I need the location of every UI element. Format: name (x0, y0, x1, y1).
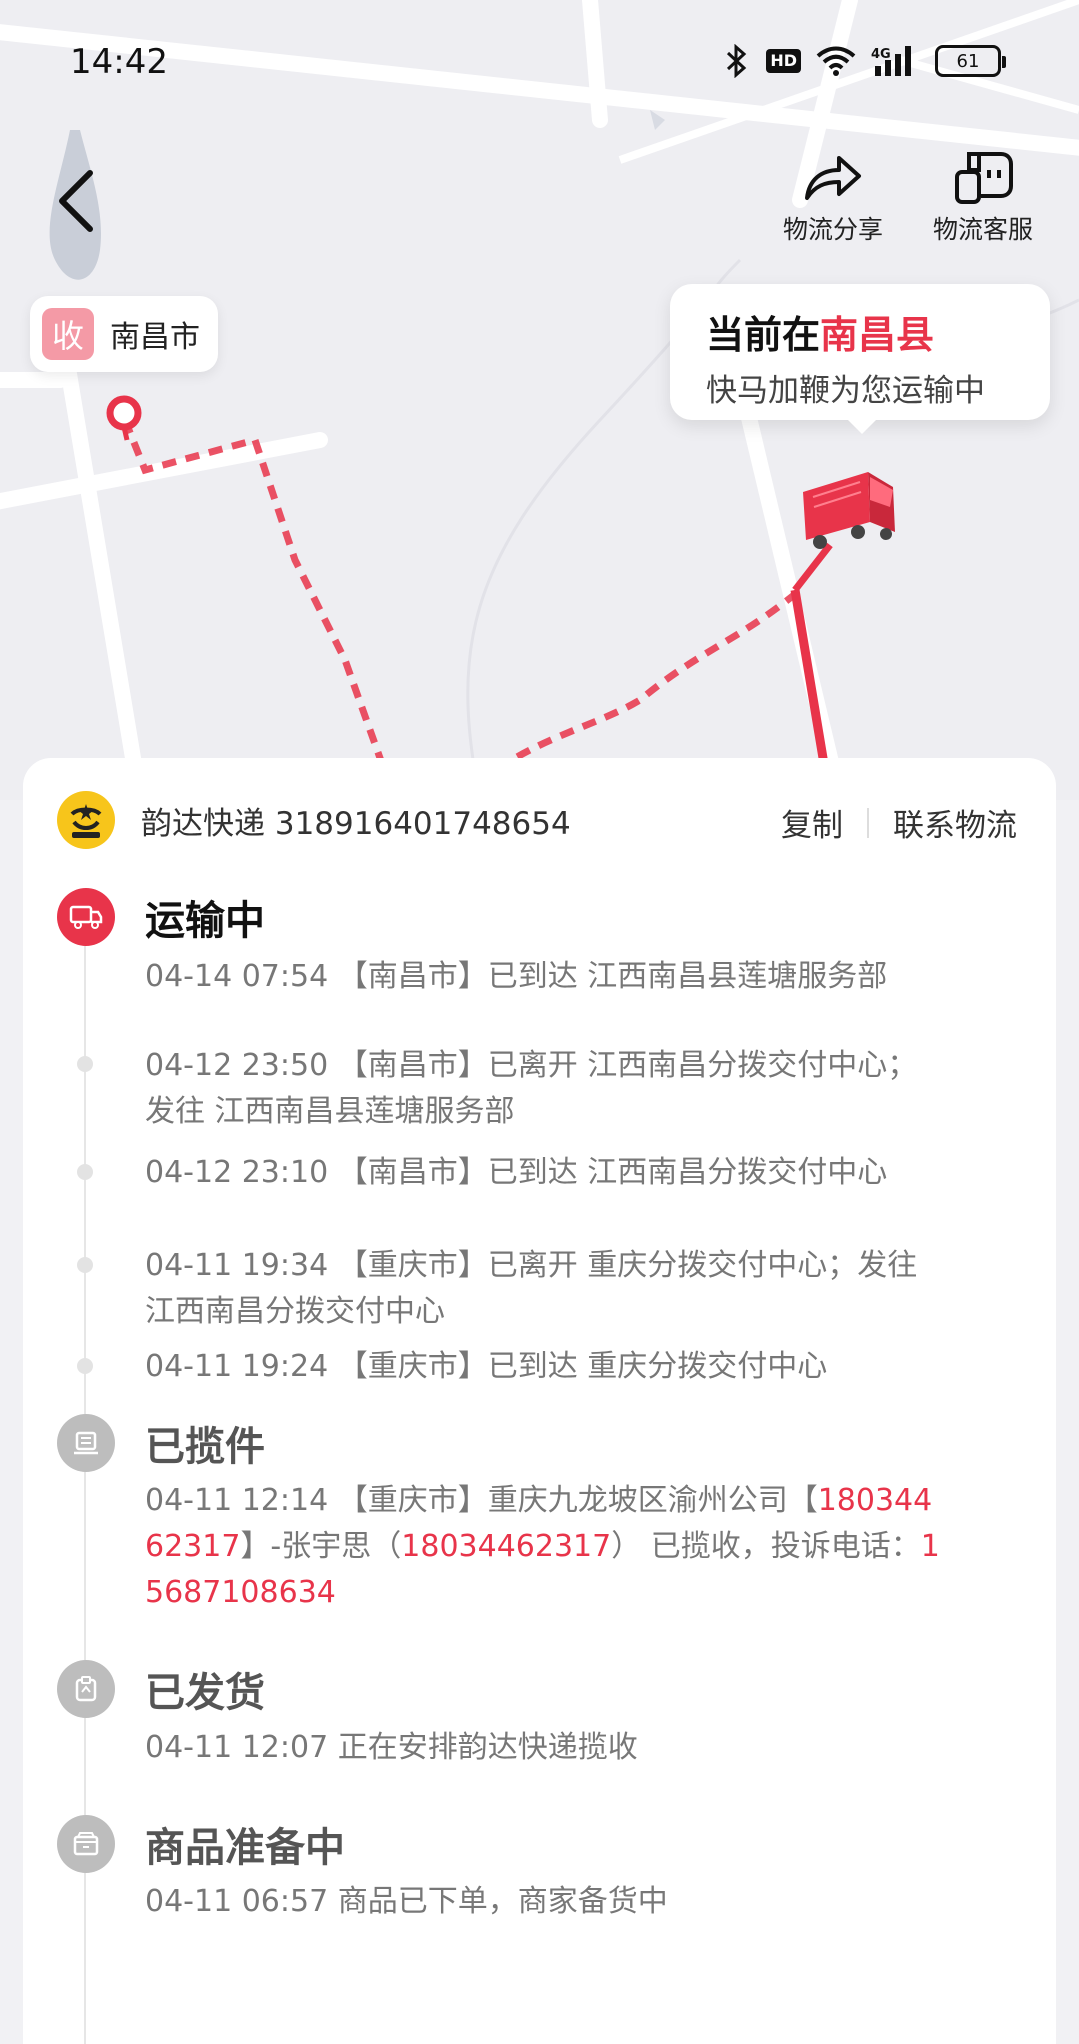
entry-text: ） 已揽收，投诉电话： (611, 1529, 921, 1564)
timeline-entry: 04-11 12:07 正在安排韵达快递揽收 (145, 1730, 638, 1765)
phone-link[interactable]: 180344 (818, 1483, 933, 1518)
timeline-line (84, 906, 86, 2044)
entry-line: 04-11 12:14 【重庆市】重庆九龙坡区渝州公司【180344 (145, 1478, 1045, 1524)
entry-line: 04-12 23:50 【南昌市】已离开 江西南昌分拨交付中心； (145, 1048, 918, 1083)
customer-service-icon (955, 152, 1013, 204)
timeline-dot (77, 1257, 93, 1273)
truck-icon (803, 472, 895, 549)
network-type: 4G (871, 47, 891, 62)
truck-status-icon (57, 888, 115, 946)
entry-line: 04-11 19:34 【重庆市】已离开 重庆分拨交付中心；发往 (145, 1248, 918, 1283)
entry-text: 】-张宇思（ (240, 1529, 402, 1564)
timeline-dot (77, 1056, 93, 1072)
copy-button[interactable]: 复制 (781, 800, 843, 845)
bubble-title: 当前在南昌县 (706, 304, 1050, 359)
status-time: 14:42 (70, 42, 168, 82)
transit-node (57, 888, 115, 946)
timeline-dot (77, 1358, 93, 1374)
courier-name-number: 韵达快递 318916401748654 (141, 805, 571, 842)
shipped-node (57, 1660, 115, 1718)
receiver-badge: 收 (42, 308, 94, 360)
chevron-left-icon (59, 170, 93, 232)
phone-link[interactable]: 62317 (145, 1529, 240, 1564)
timeline-entry: 04-11 19:24 【重庆市】已到达 重庆分拨交付中心 (145, 1349, 828, 1384)
divider (867, 807, 869, 838)
share-icon (805, 156, 861, 200)
status-title-preparing: 商品准备中 (145, 1825, 345, 1871)
status-title-shipped: 已发货 (145, 1670, 265, 1716)
status-title-transit: 运输中 (145, 898, 265, 944)
service-label: 物流客服 (932, 215, 1033, 244)
preparing-status-icon (57, 1815, 115, 1873)
complaint-phone-link[interactable]: 1 (921, 1529, 940, 1564)
complaint-phone-link[interactable]: 5687108634 (145, 1575, 336, 1610)
receiver-city: 南昌市 (110, 320, 200, 355)
back-button[interactable] (50, 165, 110, 235)
timeline-entry: 04-12 23:10 【南昌市】已到达 江西南昌分拨交付中心 (145, 1155, 888, 1190)
courier-logo (57, 791, 115, 849)
hd-icon: HD (766, 49, 801, 73)
timeline-entry: 04-11 19:34 【重庆市】已离开 重庆分拨交付中心；发往 江西南昌分拨交… (145, 1243, 1045, 1335)
bubble-prefix: 当前在 (706, 313, 821, 357)
timeline-entry: 04-14 07:54 【南昌市】已到达 江西南昌县莲塘服务部 (145, 959, 888, 994)
bubble-location: 南昌县 (820, 313, 935, 357)
wifi-icon (816, 46, 856, 76)
picked-up-node (57, 1414, 115, 1472)
courier-actions: 复制 联系物流 (781, 800, 1017, 845)
logistics-detail-card: 韵达快递 318916401748654 复制 联系物流 运输中 04-14 0… (23, 758, 1056, 2044)
courier-logo-mark (70, 804, 102, 838)
timeline-dot (77, 1164, 93, 1180)
entry-line: 发往 江西南昌县莲塘服务部 (145, 1094, 515, 1129)
entry-line: 江西南昌分拨交付中心 (145, 1294, 445, 1329)
status-title-picked-up: 已揽件 (145, 1424, 265, 1470)
shipped-status-icon (57, 1660, 115, 1718)
bubble-subtitle: 快马加鞭为您运输中 (706, 373, 985, 409)
entry-line: 5687108634 (145, 1570, 1045, 1616)
battery-level: 61 (956, 50, 980, 72)
signal-icon: 4G (871, 46, 911, 76)
entry-text: 04-11 12:14 【重庆市】重庆九龙坡区渝州公司【 (145, 1483, 818, 1518)
pickup-entry: 04-11 12:14 【重庆市】重庆九龙坡区渝州公司【180344 62317… (145, 1478, 1045, 1616)
status-icons: HD 4G 61 (722, 44, 1006, 78)
preparing-node (57, 1815, 115, 1873)
entry-line: 62317】-张宇思（18034462317） 已揽收，投诉电话：1 (145, 1524, 1045, 1570)
logistics-share-button[interactable]: 物流分享 (768, 150, 898, 246)
pickup-status-icon (57, 1414, 115, 1472)
logistics-service-button[interactable]: 物流客服 (918, 150, 1048, 246)
timeline-entry: 04-12 23:50 【南昌市】已离开 江西南昌分拨交付中心； 发往 江西南昌… (145, 1043, 1045, 1135)
receiver-tag: 收 南昌市 (30, 296, 218, 372)
status-bar: 14:42 HD 4G 61 (0, 0, 1079, 130)
timeline-entry: 04-11 06:57 商品已下单，商家备货中 (145, 1884, 668, 1919)
courier-row: 韵达快递 318916401748654 复制 联系物流 (57, 790, 1017, 850)
share-label: 物流分享 (782, 215, 883, 244)
current-location-bubble: 当前在南昌县 快马加鞭为您运输中 (670, 284, 1050, 434)
contact-logistics-button[interactable]: 联系物流 (893, 800, 1017, 845)
battery-icon: 61 (935, 45, 1006, 77)
courier-phone-link[interactable]: 18034462317 (401, 1529, 611, 1564)
bluetooth-icon (727, 44, 747, 78)
